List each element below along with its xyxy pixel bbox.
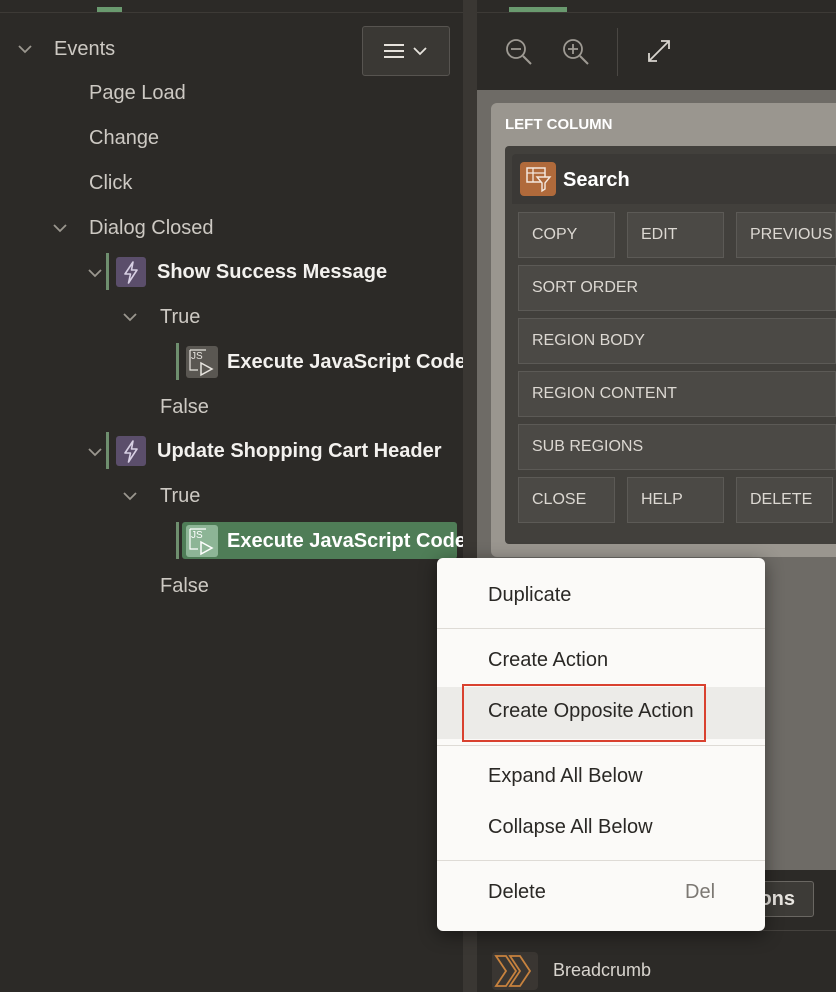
node-accent-bar [106, 432, 109, 469]
lightning-icon [116, 436, 146, 466]
tree-node-dialog-closed[interactable]: Dialog Closed [89, 217, 214, 240]
tree-node-false[interactable]: False [160, 396, 209, 419]
chevron-down-icon[interactable] [18, 42, 32, 56]
menu-item-label: Create Action [488, 649, 609, 671]
slot-sort-order[interactable]: SORT ORDER [518, 265, 836, 311]
events-tree-panel: Events Page Load Change Click Dialog Clo… [0, 0, 466, 992]
tree-node-execute-javascript-code[interactable]: Execute JavaScript Code [227, 351, 466, 374]
svg-text:JS: JS [191, 530, 203, 541]
zoom-in-icon[interactable] [562, 38, 590, 66]
toolbar-divider [617, 28, 618, 76]
tree-node-false[interactable]: False [160, 575, 209, 598]
menu-item-label: Collapse All Below [488, 816, 653, 838]
tree-node-update-shopping-cart-header[interactable]: Update Shopping Cart Header [157, 440, 441, 463]
panel-top-border [0, 0, 463, 13]
menu-separator [437, 745, 765, 746]
chevron-down-icon [413, 47, 427, 56]
hamburger-icon [384, 44, 404, 58]
chevron-down-icon[interactable] [88, 445, 102, 459]
slot-edit[interactable]: EDIT [627, 212, 724, 258]
menu-item-label: Create Opposite Action [488, 700, 694, 722]
menu-item-shortcut: Del [685, 881, 716, 903]
zoom-out-icon[interactable] [505, 38, 533, 66]
slot-region-body[interactable]: REGION BODY [518, 318, 836, 364]
region-title[interactable]: Search [563, 169, 630, 192]
menu-item-label: Expand All Below [488, 765, 643, 787]
node-accent-bar [106, 253, 109, 290]
node-accent-bar [176, 343, 179, 380]
slot-copy[interactable]: COPY [518, 212, 615, 258]
slot-previous[interactable]: PREVIOUS [736, 212, 836, 258]
tree-node-change[interactable]: Change [89, 127, 159, 150]
javascript-icon: JS [186, 525, 218, 557]
tree-menu-button[interactable] [362, 26, 450, 76]
chevron-down-icon[interactable] [88, 266, 102, 280]
menu-separator [437, 860, 765, 861]
tree-node-true[interactable]: True [160, 306, 200, 329]
breadcrumb-icon [492, 952, 538, 990]
menu-separator [437, 628, 765, 629]
slot-delete[interactable]: DELETE [736, 477, 833, 523]
menu-item-label: Delete [488, 881, 546, 903]
slot-help[interactable]: HELP [627, 477, 724, 523]
menu-item-create-opposite-action[interactable]: Create Opposite Action [437, 684, 765, 742]
bottom-options-button[interactable]: ons [760, 881, 814, 917]
expand-icon[interactable] [646, 38, 672, 64]
tree-node-page-load[interactable]: Page Load [89, 82, 186, 105]
filter-table-icon [520, 162, 556, 196]
slot-region-content[interactable]: REGION CONTENT [518, 371, 836, 417]
node-accent-bar [176, 522, 179, 559]
tree-node-execute-javascript-code-selected[interactable]: Execute JavaScript Code [227, 530, 466, 553]
context-menu: Duplicate Create Action Create Opposite … [437, 558, 765, 931]
active-tab-indicator [509, 7, 567, 12]
svg-text:JS: JS [191, 351, 203, 362]
chevron-down-icon[interactable] [123, 310, 137, 324]
search-region-header[interactable] [512, 154, 836, 204]
lightning-icon [116, 257, 146, 287]
slot-sub-regions[interactable]: SUB REGIONS [518, 424, 836, 470]
tree-node-true[interactable]: True [160, 485, 200, 508]
chevron-down-icon[interactable] [53, 221, 67, 235]
tree-node-show-success-message[interactable]: Show Success Message [157, 261, 387, 284]
slot-close[interactable]: CLOSE [518, 477, 615, 523]
left-column-label: LEFT COLUMN [505, 116, 613, 133]
menu-item-label: Duplicate [488, 584, 572, 606]
chevron-down-icon[interactable] [123, 489, 137, 503]
breadcrumb-label[interactable]: Breadcrumb [553, 960, 651, 981]
javascript-icon: JS [186, 346, 218, 378]
tree-node-events[interactable]: Events [54, 38, 115, 61]
active-tab-indicator [97, 7, 122, 12]
tree-node-click[interactable]: Click [89, 172, 132, 195]
